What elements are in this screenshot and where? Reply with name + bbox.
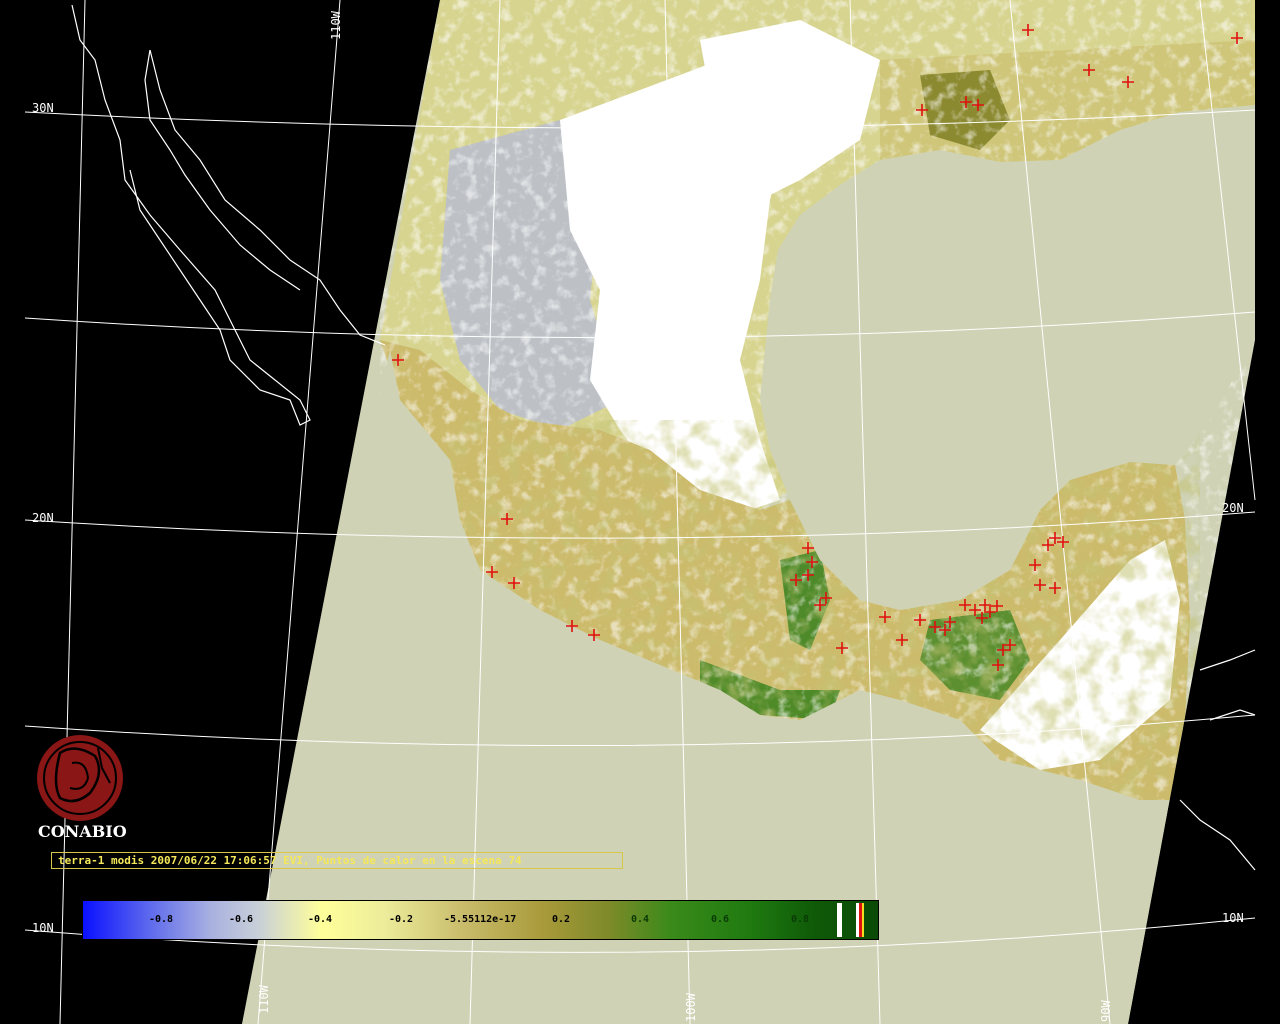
conabio-logo-emblem: [37, 735, 123, 821]
colorbar-tick: 0.6: [711, 914, 730, 925]
map-viewer: 30N 20N 10N 20N 10N 110W 110W 100W 90W C…: [0, 0, 1280, 1024]
hotspot-mark-yellow: [862, 903, 864, 937]
lon-label-110w-bottom: 110W: [257, 984, 271, 1014]
baja-california-coastline: [71, 4, 386, 426]
colorbar-tick: -0.8: [149, 914, 174, 925]
colorbar-tick: -0.2: [389, 914, 414, 925]
lat-label-20n-right: 20N: [1222, 501, 1244, 515]
lon-label-110w-top: 110W: [329, 10, 343, 40]
lat-label-30n-left: 30N: [32, 101, 54, 115]
lat-label-10n-right: 10N: [1222, 911, 1244, 925]
colorbar-tick: 0.2: [552, 914, 571, 925]
cloud-mark: [837, 903, 842, 937]
colorbar-tick: -0.4: [308, 914, 333, 925]
colorbar-tick: -0.6: [229, 914, 254, 925]
lat-label-20n-left: 20N: [32, 511, 54, 525]
evi-colorbar: -0.8 -0.6 -0.4 -0.2 -5.55112e-17 0.2 0.4…: [82, 900, 879, 940]
colorbar-tick: 0.8: [791, 914, 810, 925]
lat-label-10n-left: 10N: [32, 921, 54, 935]
scene-caption: terra-1 modis 2007/06/22 17:06:57 EVI, P…: [51, 852, 623, 869]
colorbar-tick: -5.55112e-17: [444, 914, 517, 925]
satellite-map: 30N 20N 10N 20N 10N 110W 110W 100W 90W: [24, 0, 1256, 1024]
colorbar-special-marks: [836, 903, 876, 937]
colorbar-tick: 0.4: [631, 914, 650, 925]
conabio-logo-text: CONABIO: [38, 822, 127, 841]
lon-line-115w: [59, 0, 86, 1024]
lon-label-90w-bottom: 90W: [1099, 1000, 1113, 1022]
lon-label-100w-bottom: 100W: [684, 992, 698, 1022]
